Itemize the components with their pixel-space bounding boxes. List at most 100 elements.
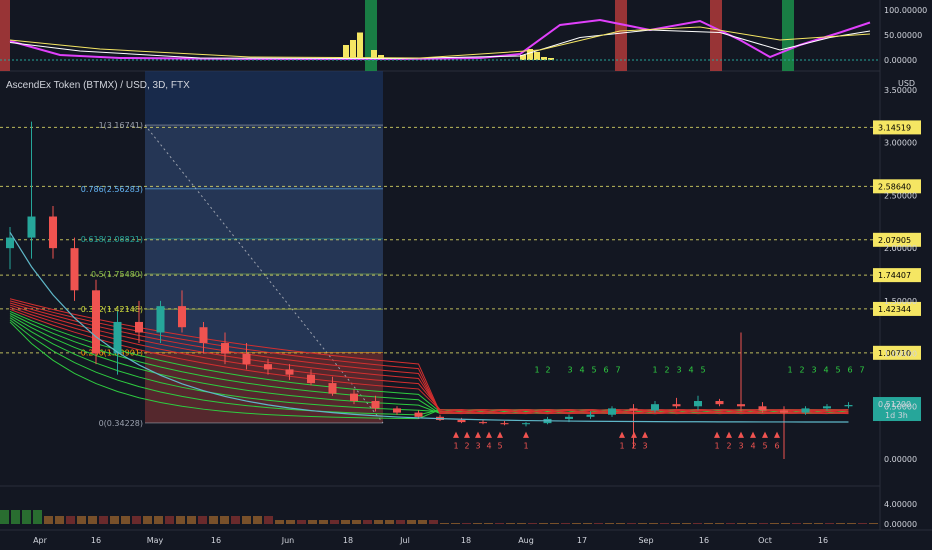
candle-body — [371, 401, 380, 409]
volume-bar — [66, 516, 75, 524]
volume-bar — [418, 520, 427, 524]
volume-bar — [385, 520, 394, 524]
price-tick-label: 1.50000 — [884, 297, 917, 306]
candle-body — [565, 416, 573, 419]
volume-bar — [517, 523, 526, 524]
candle-body — [92, 290, 100, 354]
chart-title: AscendEx Token (BTMX) / USD, 3D, FTX — [6, 80, 190, 91]
price-tick-label: 3.00000 — [884, 139, 917, 148]
fib-label: 0.382(1.42148) — [81, 305, 143, 314]
time-tick-label: May — [147, 536, 164, 545]
volume-bar — [748, 523, 757, 524]
buy-count-label: 1 — [652, 366, 657, 375]
volume-bar — [253, 516, 262, 524]
volume-bar — [605, 523, 614, 524]
sell-count-label: 3 — [642, 441, 647, 450]
osc-bar — [534, 52, 540, 60]
candle-body — [414, 412, 423, 417]
volume-bar — [869, 523, 878, 524]
volume-bar — [275, 520, 284, 524]
candle-body — [457, 419, 466, 423]
volume-bar — [11, 510, 20, 524]
candle-body — [135, 321, 143, 333]
volume-bar — [132, 516, 141, 524]
sell-count-label: 3 — [475, 441, 480, 450]
volume-bar — [22, 510, 31, 524]
volume-bar — [583, 523, 592, 524]
volume-bar — [154, 516, 163, 524]
buy-count-label: 6 — [603, 366, 608, 375]
buy-count-label: 3 — [676, 366, 681, 375]
volume-bar — [473, 523, 482, 524]
volume-bar — [528, 523, 537, 524]
price-tick-label: 0.50000 — [884, 402, 917, 411]
time-tick-label: 16 — [699, 536, 709, 545]
volume-bar — [451, 523, 460, 524]
candle-body — [156, 306, 165, 333]
volume-bar — [308, 520, 317, 524]
candle-body — [70, 248, 79, 291]
buy-count-label: 2 — [545, 366, 550, 375]
candle-body — [522, 423, 530, 425]
candle-body — [479, 422, 487, 424]
level-tag-label: 3.14519 — [878, 123, 911, 132]
volume-bar — [55, 516, 64, 524]
fib-label: 0.786(2.56283) — [81, 185, 143, 194]
volume-bar — [297, 520, 306, 524]
candle-body — [328, 383, 337, 394]
volume-bar — [396, 520, 405, 524]
price-tick-label: 0.00000 — [884, 455, 917, 464]
volume-bar — [539, 523, 548, 524]
candle-body — [264, 364, 272, 370]
osc-tick-label: 50.00000 — [884, 31, 922, 40]
sell-count-label: 1 — [523, 441, 528, 450]
fib-label: 0.5(1.75480) — [91, 270, 143, 279]
time-tick-label: 16 — [818, 536, 828, 545]
price-tick-label: 2.00000 — [884, 244, 917, 253]
candle-body — [242, 353, 251, 365]
volume-bar — [561, 523, 570, 524]
volume-bar — [264, 516, 273, 524]
buy-count-label: 4 — [823, 366, 828, 375]
candle-body — [199, 327, 208, 344]
candle-body — [801, 408, 810, 413]
candle-body — [307, 374, 315, 384]
buy-count-label: 1 — [787, 366, 792, 375]
price-tick-label: 1.00000 — [884, 350, 917, 359]
candle-body — [629, 408, 638, 411]
volume-bar — [792, 523, 801, 524]
volume-bar — [33, 510, 42, 524]
volume-bar — [572, 523, 581, 524]
volume-bar — [176, 516, 185, 524]
sell-count-label: 1 — [714, 441, 719, 450]
candle-body — [651, 404, 659, 411]
candle-body — [694, 401, 702, 407]
buy-count-label: 4 — [579, 366, 584, 375]
volume-bar — [440, 523, 449, 524]
buy-count-label: 5 — [700, 366, 705, 375]
sell-count-label: 2 — [726, 441, 731, 450]
volume-bar — [341, 520, 350, 524]
volume-bar — [319, 520, 328, 524]
volume-bar — [803, 523, 812, 524]
time-tick-label: 17 — [577, 536, 587, 545]
candle-body — [586, 414, 595, 417]
buy-count-label: 3 — [811, 366, 816, 375]
sell-count-label: 2 — [631, 441, 636, 450]
buy-count-label: 2 — [664, 366, 669, 375]
volume-bar — [165, 516, 174, 524]
candle-body — [350, 393, 358, 402]
currency-label: USD — [898, 79, 915, 88]
candle-body — [285, 369, 294, 375]
volume-bar — [44, 516, 53, 524]
sell-count-label: 3 — [738, 441, 743, 450]
volume-bar — [814, 523, 823, 524]
volume-bar — [616, 523, 625, 524]
candle-body — [49, 216, 57, 249]
countdown-label: 1d 3h — [885, 411, 908, 420]
buy-count-label: 7 — [859, 366, 864, 375]
buy-count-label: 7 — [615, 366, 620, 375]
volume-bar — [374, 520, 383, 524]
time-tick-label: 18 — [461, 536, 471, 545]
volume-bar — [781, 523, 790, 524]
